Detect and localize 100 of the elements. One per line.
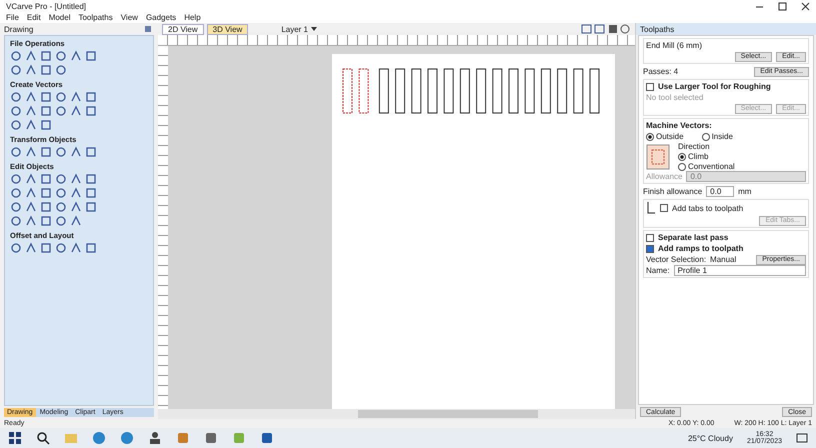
direction-label: Direction: [678, 142, 711, 151]
checkbox[interactable]: [646, 82, 654, 90]
notification-icon[interactable]: [796, 432, 808, 444]
tool-icon[interactable]: [10, 201, 22, 213]
tool-icon[interactable]: [40, 242, 52, 254]
tool-icon[interactable]: [85, 187, 97, 199]
tool-icon[interactable]: [25, 187, 37, 199]
tool-icon[interactable]: [70, 146, 82, 158]
name-field[interactable]: Profile 1: [674, 265, 806, 276]
tool-label: End Mill (6 mm): [646, 41, 702, 50]
tool-icon[interactable]: [10, 215, 22, 227]
tool-icon[interactable]: [55, 105, 67, 117]
tool-icon[interactable]: [10, 64, 22, 76]
tool-icon[interactable]: [10, 146, 22, 158]
hint-text: No tool selected: [646, 93, 704, 102]
app-icon[interactable]: [260, 431, 274, 445]
menu-item[interactable]: View: [120, 13, 138, 22]
tool-icon[interactable]: [25, 173, 37, 185]
tool-icon[interactable]: [70, 242, 82, 254]
tool-icon[interactable]: [40, 215, 52, 227]
tool-icon[interactable]: [55, 201, 67, 213]
pin-icon[interactable]: [144, 25, 154, 33]
app-icon[interactable]: [204, 431, 218, 445]
tool-icon[interactable]: [85, 105, 97, 117]
radio-button[interactable]: [702, 132, 710, 140]
tool-icon[interactable]: [25, 50, 37, 62]
view-tab[interactable]: 2D View: [162, 24, 204, 34]
tool-icon[interactable]: [10, 50, 22, 62]
finish-field[interactable]: 0.0: [706, 186, 734, 197]
tool-icon[interactable]: [25, 146, 37, 158]
close-icon[interactable]: [801, 2, 810, 10]
tool-icon[interactable]: [25, 215, 37, 227]
menu-item[interactable]: Toolpaths: [78, 13, 113, 22]
tool-icon[interactable]: [70, 105, 82, 117]
radio-button[interactable]: [646, 132, 654, 140]
checkbox[interactable]: [646, 234, 654, 242]
tool-icon[interactable]: [70, 215, 82, 227]
tool-icon[interactable]: [40, 187, 52, 199]
checkbox[interactable]: [646, 244, 654, 252]
tool-icon[interactable]: [85, 173, 97, 185]
tool-icon[interactable]: [85, 50, 97, 62]
tool-icon[interactable]: [40, 173, 52, 185]
tool-icon[interactable]: [40, 119, 52, 131]
tool-icon[interactable]: [40, 50, 52, 62]
checkbox-label: Add tabs to toolpath: [672, 204, 744, 212]
tool-icon[interactable]: [70, 91, 82, 103]
menu-item[interactable]: Model: [48, 13, 70, 22]
tool-icon[interactable]: [10, 119, 22, 131]
tool-icon[interactable]: [40, 91, 52, 103]
scrollbar-thumb[interactable]: [358, 410, 538, 418]
tool-icon[interactable]: [70, 173, 82, 185]
app-icon[interactable]: [176, 431, 190, 445]
tool-icon[interactable]: [70, 201, 82, 213]
tool-icon[interactable]: [55, 173, 67, 185]
tool-icon[interactable]: [55, 187, 67, 199]
menu-item[interactable]: Help: [184, 13, 201, 22]
tool-icon[interactable]: [25, 91, 37, 103]
tool-icon[interactable]: [10, 91, 22, 103]
tool-icon[interactable]: [10, 105, 22, 117]
tool-icon[interactable]: [70, 50, 82, 62]
tool-icon[interactable]: [55, 91, 67, 103]
tool-icon[interactable]: [55, 146, 67, 158]
tool-icon[interactable]: [85, 242, 97, 254]
tool-icon[interactable]: [10, 242, 22, 254]
checkbox[interactable]: [660, 204, 668, 212]
tool-icon[interactable]: [55, 50, 67, 62]
caret-icon[interactable]: [311, 27, 317, 31]
tool-icon[interactable]: [25, 201, 37, 213]
radio-button[interactable]: [678, 152, 686, 160]
menu-item[interactable]: Edit: [26, 13, 41, 22]
tool-icon[interactable]: [40, 201, 52, 213]
tool-icon[interactable]: [55, 64, 67, 76]
tool-icon[interactable]: [40, 64, 52, 76]
layer-dropdown[interactable]: Layer 1: [281, 24, 308, 34]
tool-icon[interactable]: [55, 215, 67, 227]
browser-icon[interactable]: [120, 431, 134, 445]
people-icon[interactable]: [148, 431, 162, 445]
tool-icon[interactable]: [10, 173, 22, 185]
search-icon[interactable]: [36, 431, 50, 445]
tool-icon[interactable]: [25, 64, 37, 76]
tool-icon[interactable]: [85, 201, 97, 213]
browser-icon[interactable]: [92, 431, 106, 445]
tool-icon[interactable]: [40, 146, 52, 158]
toolbar-icons-drawing[interactable]: [581, 24, 631, 34]
tool-icon[interactable]: [85, 91, 97, 103]
tool-icon[interactable]: [10, 187, 22, 199]
tool-icon[interactable]: [85, 146, 97, 158]
maximize-icon[interactable]: [778, 2, 787, 10]
menu-item[interactable]: Gadgets: [146, 13, 176, 22]
tool-icon[interactable]: [70, 187, 82, 199]
radio-button[interactable]: [678, 162, 686, 170]
view-tab[interactable]: 3D View: [206, 24, 248, 34]
tool-icon[interactable]: [25, 119, 37, 131]
tool-icon[interactable]: [40, 105, 52, 117]
window-title: VCarve Pro - [Untitled]: [6, 2, 86, 10]
menu-item[interactable]: File: [6, 13, 19, 22]
tool-icon[interactable]: [25, 242, 37, 254]
tool-icon[interactable]: [25, 105, 37, 117]
start-icon[interactable]: [8, 431, 22, 445]
tool-icon[interactable]: [55, 242, 67, 254]
